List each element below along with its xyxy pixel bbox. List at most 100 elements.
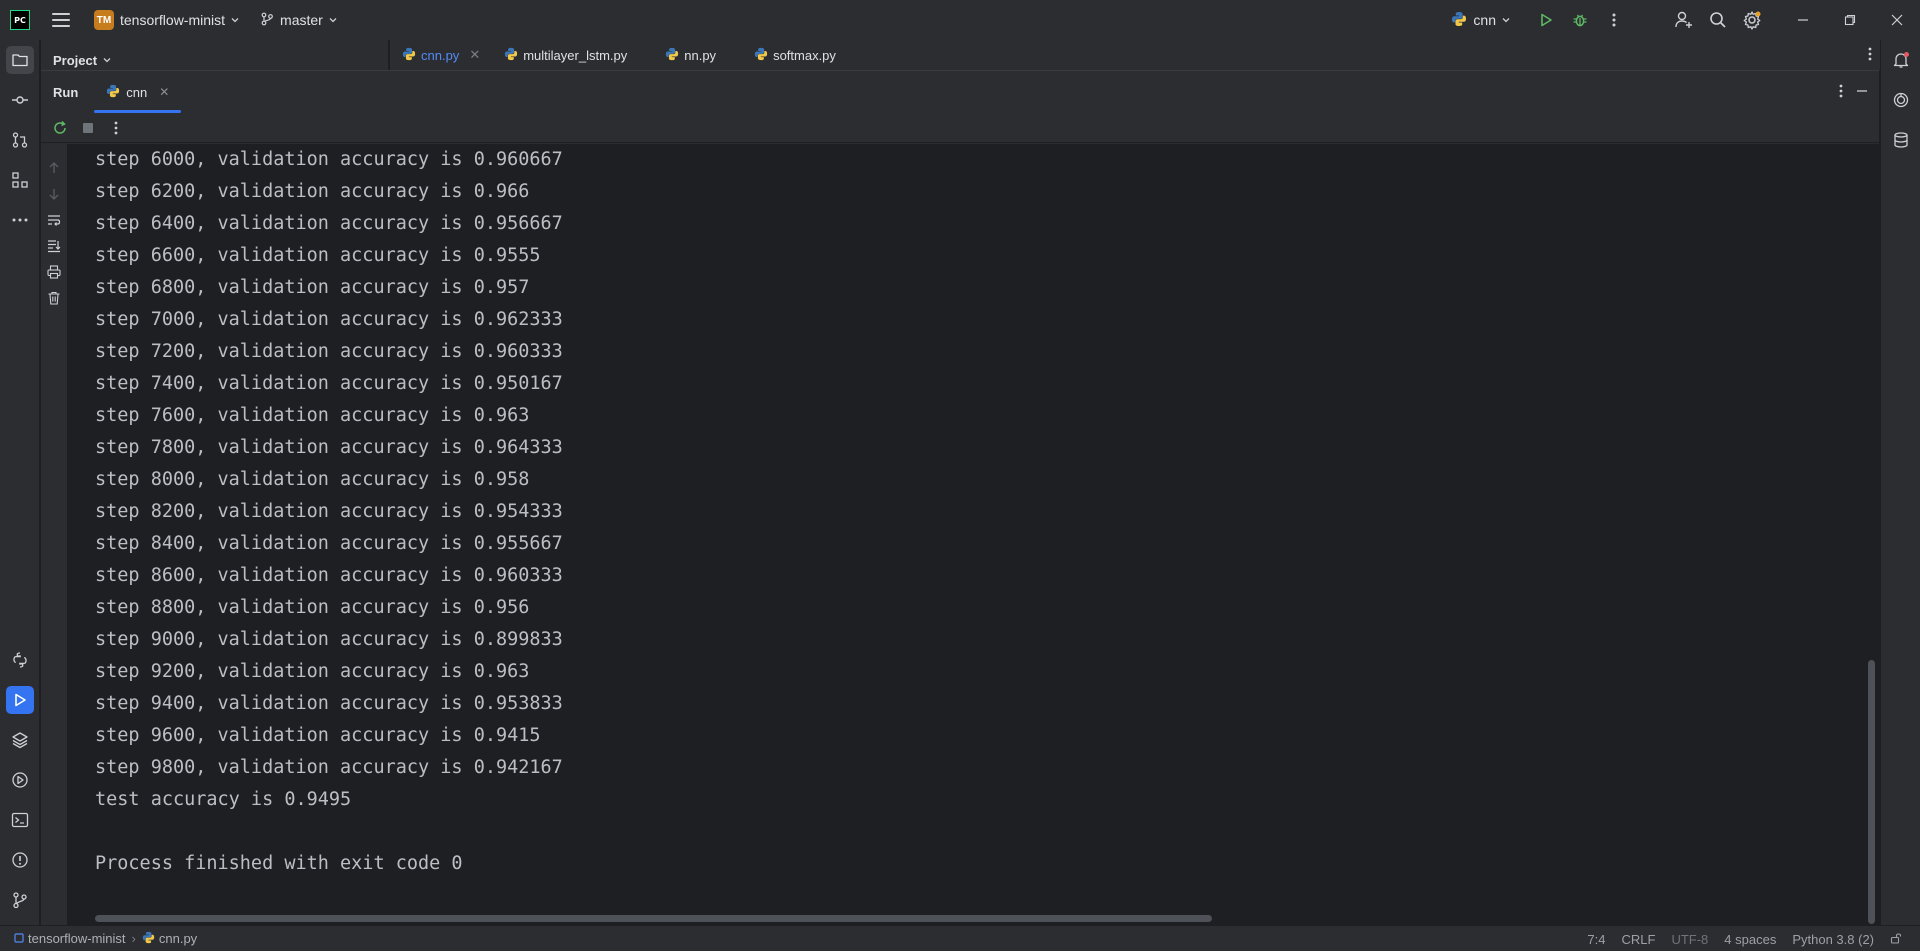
- project-tool-button[interactable]: [6, 46, 34, 74]
- caret-position[interactable]: 7:4: [1579, 932, 1613, 947]
- tab-nn-py[interactable]: nn.py: [653, 40, 728, 70]
- run-more-button[interactable]: [105, 117, 127, 139]
- tab-softmax-py[interactable]: softmax.py: [742, 40, 848, 70]
- close-icon[interactable]: ✕: [159, 85, 169, 99]
- project-panel-title: Project: [53, 52, 98, 68]
- terminal-tool-button[interactable]: [6, 806, 34, 834]
- console-lines: step 6000, validation accuracy is 0.9606…: [95, 144, 563, 880]
- console-line: step 7400, validation accuracy is 0.9501…: [95, 373, 563, 394]
- ai-assistant-icon: [1893, 92, 1909, 108]
- vertical-scrollbar[interactable]: [1868, 660, 1875, 924]
- scroll-down-button[interactable]: [44, 184, 64, 204]
- rerun-button[interactable]: [49, 117, 71, 139]
- problems-tool-button[interactable]: [6, 846, 34, 874]
- database-tool-button[interactable]: [1887, 126, 1915, 154]
- scroll-to-end-button[interactable]: [44, 236, 64, 256]
- more-tool-windows-button[interactable]: [6, 206, 34, 234]
- console-gutter: [41, 144, 67, 926]
- project-name: tensorflow-minist: [120, 12, 226, 28]
- line-separator[interactable]: CRLF: [1614, 932, 1664, 947]
- indent-settings[interactable]: 4 spaces: [1716, 932, 1784, 947]
- run-configuration-selector[interactable]: cnn: [1451, 11, 1511, 30]
- console-line: step 6800, validation accuracy is 0.957: [95, 277, 530, 298]
- minimize-button[interactable]: [1779, 0, 1826, 40]
- services-tool-button[interactable]: [6, 766, 34, 794]
- stop-icon: [83, 122, 93, 133]
- console-line: step 9000, validation accuracy is 0.8998…: [95, 629, 563, 650]
- stop-button[interactable]: [77, 117, 99, 139]
- console-line: step 8800, validation accuracy is 0.956: [95, 597, 530, 618]
- structure-tool-button[interactable]: [6, 166, 34, 194]
- console-line: step 6600, validation accuracy is 0.9555: [95, 245, 541, 266]
- main-menu-button[interactable]: [52, 13, 70, 27]
- horizontal-scrollbar[interactable]: [95, 915, 1212, 922]
- scroll-up-button[interactable]: [44, 158, 64, 178]
- console-line: step 7600, validation accuracy is 0.963: [95, 405, 530, 426]
- tab-multilayer-lstm-py[interactable]: multilayer_lstm.py: [492, 40, 639, 70]
- python-file-icon: [402, 47, 416, 64]
- git-tool-button[interactable]: [6, 886, 34, 914]
- play-icon: [15, 693, 26, 707]
- add-user-icon: [1675, 11, 1692, 28]
- console-output[interactable]: step 6000, validation accuracy is 0.9606…: [67, 144, 1879, 926]
- branch-name: master: [280, 12, 323, 28]
- more-vertical-icon: [1612, 13, 1616, 27]
- commit-icon: [12, 96, 28, 104]
- search-icon: [1710, 12, 1726, 28]
- console-line: step 9400, validation accuracy is 0.9538…: [95, 693, 563, 714]
- breadcrumb-file[interactable]: cnn.py: [142, 931, 197, 947]
- clear-all-button[interactable]: [44, 288, 64, 308]
- run-toolbar: [41, 113, 1879, 143]
- notifications-tool-button[interactable]: [1887, 46, 1915, 74]
- run-button[interactable]: [1529, 0, 1563, 40]
- file-encoding[interactable]: UTF-8: [1663, 932, 1716, 947]
- python-packages-tool-button[interactable]: [6, 646, 34, 674]
- pull-requests-tool-button[interactable]: [6, 126, 34, 154]
- search-everywhere-button[interactable]: [1701, 0, 1735, 40]
- console-line: step 8200, validation accuracy is 0.9543…: [95, 501, 563, 522]
- more-vertical-icon: [1839, 84, 1843, 97]
- run-panel-title: Run: [53, 84, 79, 100]
- play-icon: [1541, 13, 1552, 27]
- run-tool-button[interactable]: [6, 686, 34, 714]
- more-actions-button[interactable]: [1597, 0, 1631, 40]
- bell-icon: [1893, 52, 1909, 68]
- run-options-button[interactable]: [1839, 83, 1843, 102]
- breadcrumb-project[interactable]: tensorflow-minist: [14, 931, 126, 946]
- project-badge: TM: [94, 10, 114, 30]
- print-button[interactable]: [44, 262, 64, 282]
- python-interpreter[interactable]: Python 3.8 (2): [1784, 932, 1882, 947]
- tab-label: cnn.py: [421, 47, 460, 63]
- vcs-branch-switcher[interactable]: master: [260, 12, 338, 29]
- layers-tool-button[interactable]: [6, 726, 34, 754]
- hide-panel-button[interactable]: [1855, 84, 1869, 101]
- close-window-button[interactable]: [1873, 0, 1920, 40]
- restore-button[interactable]: [1826, 0, 1873, 40]
- console-line: step 9800, validation accuracy is 0.9421…: [95, 757, 563, 778]
- ai-assistant-tool-button[interactable]: [1887, 86, 1915, 114]
- editor-tabs: cnn.py ✕ multilayer_lstm.py nn.py softma…: [390, 40, 1880, 70]
- debug-button[interactable]: [1563, 0, 1597, 40]
- scroll-to-end-icon: [48, 240, 61, 253]
- close-tab-icon[interactable]: ✕: [469, 47, 480, 63]
- tabs-more-button[interactable]: [1868, 46, 1872, 65]
- gear-icon: [1743, 11, 1761, 30]
- run-tab-cnn[interactable]: cnn ✕: [94, 71, 182, 113]
- run-tool-window: Run cnn ✕ step 6000, validation accuracy…: [41, 70, 1879, 926]
- arrow-down-icon: [49, 189, 59, 200]
- console-line: step 6400, validation accuracy is 0.9566…: [95, 213, 563, 234]
- minimize-icon: [1797, 19, 1808, 21]
- python-file-icon: [504, 47, 518, 64]
- tab-cnn-py[interactable]: cnn.py ✕: [390, 40, 492, 70]
- commit-tool-button[interactable]: [6, 86, 34, 114]
- project-switcher[interactable]: TM tensorflow-minist: [90, 6, 244, 34]
- breadcrumb-project-label: tensorflow-minist: [28, 931, 126, 946]
- console-line: Process finished with exit code 0: [95, 853, 463, 874]
- read-only-toggle[interactable]: [1882, 932, 1910, 947]
- run-configuration-name: cnn: [1473, 12, 1496, 28]
- code-with-me-button[interactable]: [1667, 0, 1701, 40]
- soft-wrap-button[interactable]: [44, 210, 64, 230]
- chevron-down-icon: [1501, 15, 1511, 25]
- problems-icon: [12, 852, 28, 868]
- settings-button[interactable]: [1735, 0, 1769, 40]
